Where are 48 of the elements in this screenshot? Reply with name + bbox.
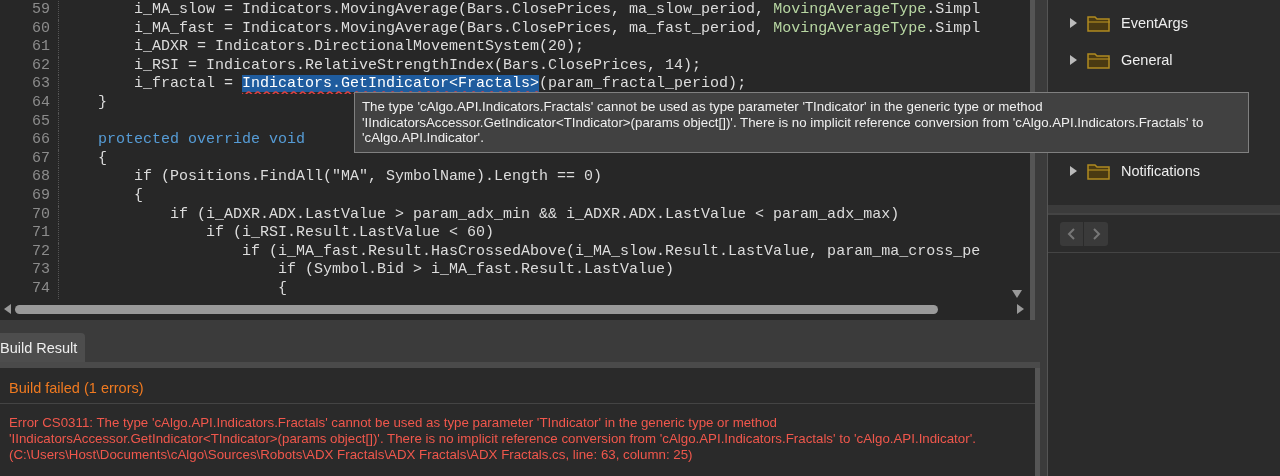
error-tooltip: The type 'cAlgo.API.Indicators.Fractals' cannot be used as type parameter 'TIndicator' in the generic type or method 'IIndicatorsAccessor.GetIndicator<TIndicator>(params object[])'. There is no implicit reference conversion from 'cAlgo.API.Indicators.Fractals' to 'cAlgo.API.Indicator'. bbox=[354, 92, 1249, 153]
code-line: i_MA_slow = Indicators.MovingAverage(Bars.ClosePrices, ma_slow_period, MovingAverageType.Simpl bbox=[133, 1, 981, 20]
folder-icon bbox=[1087, 161, 1111, 180]
scroll-right-arrow-icon[interactable] bbox=[1017, 304, 1024, 314]
tree-item-label[interactable]: General bbox=[1121, 51, 1173, 68]
expand-arrow-icon[interactable] bbox=[1070, 165, 1077, 176]
line-number: 63 bbox=[0, 75, 59, 94]
line-number: 70 bbox=[0, 205, 59, 225]
tree-item-label[interactable]: EventArgs bbox=[1121, 14, 1188, 31]
code-line: if (i_ADXR.ADX.LastValue > param_adx_min && i_ADXR.ADX.LastValue < param_adx_max) bbox=[169, 205, 900, 225]
tree-item-label[interactable]: Notifications bbox=[1121, 162, 1200, 179]
folder-icon bbox=[1087, 13, 1111, 32]
code-line: i_MA_fast = Indicators.MovingAverage(Bars.ClosePrices, ma_fast_period, MovingAverageType.Simpl bbox=[133, 19, 981, 39]
line-number: 69 bbox=[0, 186, 59, 206]
code-line: if (i_MA_fast.Result.HasCrossedAbove(i_MA_slow.Result.LastValue, param_ma_cross_pe bbox=[241, 242, 981, 262]
line-number: 64 bbox=[0, 93, 59, 113]
code-line: if (Symbol.Bid > i_MA_fast.Result.LastValue) bbox=[277, 261, 675, 280]
code-line: { bbox=[133, 186, 143, 206]
line-number: 60 bbox=[0, 19, 59, 39]
scroll-down-arrow-icon[interactable] bbox=[1012, 290, 1022, 298]
expand-arrow-icon[interactable] bbox=[1070, 17, 1077, 28]
line-number: 72 bbox=[0, 242, 59, 262]
line-number: 67 bbox=[0, 149, 59, 169]
line-number: 62 bbox=[0, 56, 59, 76]
code-line: } bbox=[97, 93, 107, 113]
line-number: 74 bbox=[0, 279, 59, 299]
build-status: Build failed (1 errors) bbox=[0, 368, 1035, 404]
line-number: 61 bbox=[0, 38, 59, 57]
code-line: i_ADXR = Indicators.DirectionalMovementSystem(20); bbox=[133, 38, 585, 57]
line-number: 59 bbox=[0, 1, 59, 20]
code-line: if (i_RSI.Result.LastValue < 60) bbox=[205, 224, 495, 243]
build-result-tab[interactable]: Build Result bbox=[0, 333, 86, 362]
code-line: protected override void bbox=[97, 131, 306, 150]
expand-arrow-icon[interactable] bbox=[1070, 54, 1077, 65]
code-line: { bbox=[97, 149, 107, 169]
line-number: 68 bbox=[0, 168, 59, 187]
line-number: 73 bbox=[0, 261, 59, 280]
back-button[interactable] bbox=[1060, 222, 1084, 246]
code-line: if (Positions.FindAll("MA", SymbolName).Length == 0) bbox=[133, 168, 603, 187]
scrollbar-thumb[interactable] bbox=[15, 304, 938, 314]
line-number: 65 bbox=[0, 112, 59, 132]
code-line: i_RSI = Indicators.RelativeStrengthIndex(Bars.ClosePrices, 14); bbox=[133, 56, 702, 76]
line-number: 71 bbox=[0, 224, 59, 243]
folder-icon bbox=[1087, 50, 1111, 69]
code-line: { bbox=[277, 279, 288, 299]
line-number: 66 bbox=[0, 131, 59, 150]
error-message: Error CS0311: The type 'cAlgo.API.Indicators.Fractals' cannot be used as type parameter 'TIndicator' in the generic type or method 'IIndicatorsAccessor.GetIndicator<TIndicator>(params object[])'. There is no implicit reference conversion from 'cAlgo.API.Indicators.Fractals' to 'cAlgo.API.Indicator'. (C:\Users\Host\Documents\cAlgo\Sources\Robots\ADX Fractals\ADX Fractals\ADX Fractals.cs, line: 63, column: 25) bbox=[8, 414, 977, 463]
code-line: i_fractal = Indicators.GetIndicator<Fractals>(param_fractal_period); bbox=[133, 75, 747, 94]
